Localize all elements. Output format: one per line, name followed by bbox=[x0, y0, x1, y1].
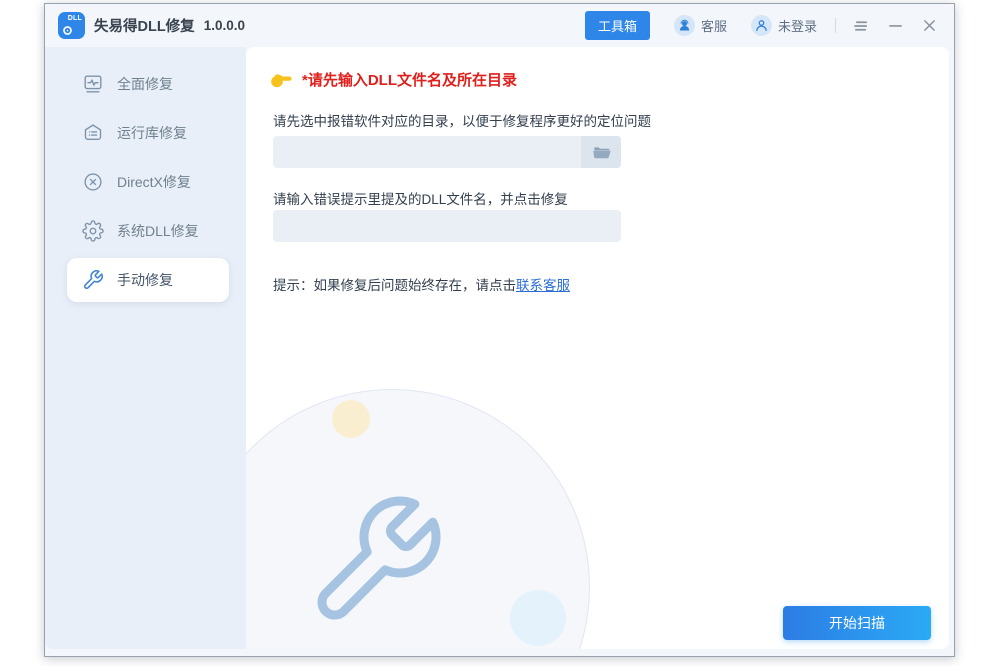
folder-icon bbox=[592, 143, 611, 162]
main-panel: *请先输入DLL文件名及所在目录 请先选中报错软件对应的目录，以便于修复程序更好… bbox=[246, 47, 949, 649]
wrench-watermark-icon bbox=[304, 489, 448, 633]
app-logo: DLL bbox=[58, 12, 85, 39]
directory-input-wrap bbox=[273, 136, 621, 168]
sidebar-item-label: 手动修复 bbox=[117, 270, 173, 290]
user-icon bbox=[751, 15, 772, 36]
start-scan-button[interactable]: 开始扫描 bbox=[783, 606, 931, 640]
directory-input[interactable] bbox=[273, 136, 581, 168]
hint-prefix: 提示：如果修复后问题始终存在，请点击 bbox=[273, 278, 516, 293]
minimize-button[interactable] bbox=[886, 17, 904, 35]
notice-text: *请先输入DLL文件名及所在目录 bbox=[302, 69, 517, 90]
sidebar-item-label: 系统DLL修复 bbox=[117, 221, 199, 241]
watermark-yellow-dot bbox=[332, 400, 370, 438]
login-label: 未登录 bbox=[778, 16, 817, 35]
directory-label: 请先选中报错软件对应的目录，以便于修复程序更好的定位问题 bbox=[273, 110, 651, 130]
monitor-pulse-icon bbox=[82, 73, 104, 95]
customer-service-label: 客服 bbox=[701, 16, 727, 35]
sidebar-item-runtime-repair[interactable]: 运行库修复 bbox=[67, 111, 229, 155]
customer-service-button[interactable]: 客服 bbox=[674, 15, 727, 36]
sidebar-item-label: 运行库修复 bbox=[117, 123, 187, 143]
runtime-library-icon bbox=[82, 122, 104, 144]
directx-circle-x-icon bbox=[82, 171, 104, 193]
sidebar: 全面修复 运行库修复 DirectX修复 bbox=[45, 47, 246, 649]
notice-row: *请先输入DLL文件名及所在目录 bbox=[269, 69, 517, 90]
contact-support-link[interactable]: 联系客服 bbox=[516, 278, 570, 293]
title-bar: DLL 失易得DLL修复 1.0.0.0 工具箱 客服 bbox=[45, 4, 954, 47]
close-button[interactable] bbox=[920, 17, 938, 35]
watermark-blue-dot bbox=[510, 590, 566, 646]
app-version: 1.0.0.0 bbox=[204, 18, 245, 33]
headset-icon bbox=[674, 15, 695, 36]
logo-dll-badge: DLL bbox=[68, 15, 82, 22]
sidebar-item-label: DirectX修复 bbox=[117, 172, 191, 192]
browse-folder-button[interactable] bbox=[581, 136, 621, 168]
menu-icon[interactable] bbox=[852, 17, 870, 35]
sidebar-item-label: 全面修复 bbox=[117, 74, 173, 94]
hint-text: 提示：如果修复后问题始终存在，请点击联系客服 bbox=[273, 274, 570, 294]
gear-icon bbox=[82, 220, 104, 242]
logo-gear-icon bbox=[61, 24, 74, 37]
login-button[interactable]: 未登录 bbox=[751, 15, 817, 36]
sidebar-item-system-dll-repair[interactable]: 系统DLL修复 bbox=[67, 209, 229, 253]
wrench-icon bbox=[82, 269, 104, 291]
titlebar-divider bbox=[835, 18, 836, 33]
app-window: DLL 失易得DLL修复 1.0.0.0 工具箱 客服 bbox=[44, 3, 955, 657]
app-title: 失易得DLL修复 bbox=[94, 15, 195, 36]
dll-name-label: 请输入错误提示里提及的DLL文件名，并点击修复 bbox=[273, 188, 568, 208]
sidebar-item-manual-repair[interactable]: 手动修复 bbox=[67, 258, 229, 302]
pointing-hand-icon bbox=[269, 70, 293, 90]
toolbox-button[interactable]: 工具箱 bbox=[585, 11, 650, 40]
dll-name-input[interactable] bbox=[273, 210, 621, 242]
dll-input-wrap bbox=[273, 210, 621, 242]
sidebar-item-directx-repair[interactable]: DirectX修复 bbox=[67, 160, 229, 204]
sidebar-item-full-repair[interactable]: 全面修复 bbox=[67, 62, 229, 106]
